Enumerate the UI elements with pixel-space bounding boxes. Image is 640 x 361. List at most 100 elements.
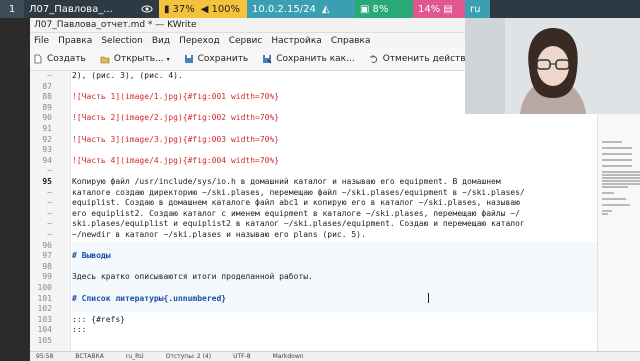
menu-file[interactable]: File [34,36,49,46]
line-number: ~ [47,198,52,208]
line-number: ~ [47,187,52,197]
line-number: 92 [42,134,52,144]
line-number: 95 [42,177,52,186]
menu-settings[interactable]: Настройка [271,36,322,46]
minimap-line [602,174,640,176]
line-number: 87 [42,81,52,91]
indentation-setting[interactable]: Отступы: 2 (4) [166,353,211,360]
menu-help[interactable]: Справка [331,36,371,46]
minimap-scrollbar[interactable] [597,71,640,360]
minimap-line [602,192,614,194]
dictionary-language[interactable]: ru_RU [126,353,144,360]
minimap-line [602,159,632,161]
minimap-line [602,183,640,185]
line-number: ~ [47,71,52,80]
menu-selection[interactable]: Selection [101,36,142,46]
line-number: 100 [37,283,52,292]
code-line: Здесь кратко описываются итоги проделанн… [72,272,313,282]
line-number: 96 [42,240,52,250]
line-number: 98 [42,261,52,271]
line-number: ~ [47,219,52,229]
cursor-position[interactable]: 95:58 [36,353,53,360]
line-number: 88 [42,92,52,102]
code-line: ~/newdir в каталог ~/ski.plases и называ… [72,230,366,239]
menu-go[interactable]: Переход [179,36,220,46]
chip-icon: ▣ [360,3,370,15]
memory-widget[interactable]: 14% ▤ [413,0,465,18]
line-number: 89 [42,102,52,112]
minimap-line [602,198,626,200]
battery-volume-widget[interactable]: ▮ 37% ◀ 100% [159,0,247,18]
code-line: # Выводы [72,251,111,261]
menu-view[interactable]: Вид [152,36,170,46]
line-number: 101 [37,293,52,303]
wifi-icon: ◭ [321,3,330,15]
folder-open-icon [100,56,110,64]
minimap-line [602,171,640,173]
code-line: его equiplist2. Создаю каталог с именем … [72,208,520,218]
minimap-line [602,147,632,149]
line-number: 93 [42,145,52,155]
network-widget[interactable]: 10.0.2.15/24 ◭ [247,0,355,18]
line-number: 102 [37,304,52,314]
minimap-line [602,177,640,179]
code-line: ![Часть 2](image/2.jpg){#fig:002 width=7… [72,113,280,123]
open-button[interactable]: Открыть... ▾ [100,54,170,64]
code-line: Копирую файл /usr/include/sys/io.h в дом… [72,177,501,186]
save-button[interactable]: Сохранить [184,54,248,64]
code-line: каталоге создаю директорию ~/ski.plases,… [72,187,525,197]
eye-icon [134,0,159,18]
code-line: 2), (рис. 3), (рис. 4). [72,71,183,80]
language-indicator[interactable]: ru [465,0,490,18]
line-number: 105 [37,336,52,345]
line-number: ~ [47,166,52,176]
undo-button[interactable]: Отменить действие [369,54,477,64]
code-line: ::: [72,325,87,335]
line-number: 104 [37,325,52,335]
code-line: ![Часть 4](image/4.jpg){#fig:004 width=7… [72,155,280,165]
line-number: 90 [42,113,52,123]
minimap-line [602,204,630,206]
minimap-line [602,141,622,143]
chevron-down-icon: ▾ [166,55,170,63]
input-mode[interactable]: ВСТАВКА [75,353,104,360]
line-number: ~ [47,230,52,239]
line-number: 91 [42,124,52,133]
encoding-setting[interactable]: UTF-8 [233,353,251,360]
line-number-gutter: ~87 88 89 90 91 92 93 94 ~95 ~ ~ ~ ~ ~96 97 98 99 100 101 1… [30,71,71,360]
top-panel: 1 Л07_Павлова_... ▮ 37% ◀ 100% 10.0.2.15… [0,0,640,18]
minimap-line [602,165,632,167]
workspace-indicator[interactable]: 1 [0,0,24,18]
code-line: # Список литературы{.unnumbered} [72,293,227,303]
undo-icon [369,55,377,63]
code-line: ski.plases/equiplist и equiplist2 в ката… [72,219,525,229]
menu-tools[interactable]: Сервис [229,36,263,46]
text-cursor [428,293,429,303]
person-image [465,18,640,114]
code-line: ![Часть 3](image/3.jpg){#fig:003 width=7… [72,134,280,144]
save-as-icon [263,55,272,64]
code-line: equiplist. Создаю в домашнем каталоге фа… [72,198,520,208]
code-line: ::: {#refs} [72,314,125,324]
save-icon [184,55,193,63]
desktop-strip [0,18,30,360]
line-number: 103 [37,314,52,324]
minimap-line [602,180,640,182]
minimap-line [602,213,608,215]
line-number: 99 [42,272,52,282]
minimap-line [602,210,612,212]
menu-edit[interactable]: Правка [58,36,92,46]
new-button[interactable]: Создать [33,54,86,64]
minimap-line [602,153,632,155]
save-as-button[interactable]: Сохранить как... [262,54,355,64]
cpu-widget[interactable]: ▣ 8% [355,0,413,18]
syntax-mode[interactable]: Markdown [273,353,304,360]
code-line: ![Часть 1](image/1.jpg){#fig:001 width=7… [72,92,280,102]
taskbar-window[interactable]: Л07_Павлова_... [24,0,134,18]
line-number: 97 [42,251,52,261]
memory-icon: ▤ [443,3,453,15]
editor-area[interactable]: ~87 88 89 90 91 92 93 94 ~95 ~ ~ ~ ~ ~96 97 98 99 100 101 1… [30,71,640,360]
webcam-overlay [465,18,640,114]
minimap-line [602,186,628,188]
text-content[interactable]: 2), (рис. 3), (рис. 4). ![Часть 1](image/… [72,71,594,360]
